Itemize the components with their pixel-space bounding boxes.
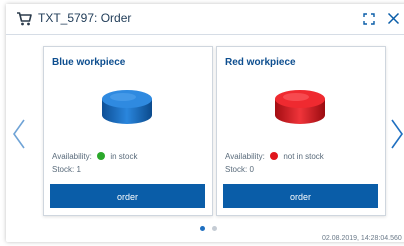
blue-workpiece-image xyxy=(102,90,152,124)
availability-row: Availability: not in stock xyxy=(225,152,324,161)
status-dot-icon xyxy=(270,152,279,160)
order-button-blue[interactable]: order xyxy=(50,184,205,208)
timestamp: 02.08.2019, 14:28:04.560 xyxy=(322,235,402,242)
status-dot-icon xyxy=(97,152,106,160)
pager-dot[interactable] xyxy=(212,226,217,231)
card-title: Blue workpiece xyxy=(52,57,126,68)
red-workpiece-image xyxy=(275,90,325,124)
close-icon[interactable] xyxy=(387,12,400,25)
workpiece-card-red: Red workpiece Availability: not in stock… xyxy=(216,46,386,216)
stock-row: Stock: 1 xyxy=(52,165,81,174)
card-title: Red workpiece xyxy=(225,57,296,68)
chevron-right-icon[interactable] xyxy=(390,118,404,150)
cart-icon xyxy=(17,12,32,26)
availability-status: in stock xyxy=(110,152,138,161)
availability-row: Availability: in stock xyxy=(52,152,137,161)
order-dialog: TXT_5797: Order Blue workpiece Availabil… xyxy=(6,4,404,242)
chevron-left-icon[interactable] xyxy=(12,118,26,150)
stock-label: Stock: xyxy=(52,165,75,174)
availability-status: not in stock xyxy=(283,152,324,161)
stock-label: Stock: xyxy=(225,165,248,174)
window-title: TXT_5797: Order xyxy=(38,11,132,25)
title-bar: TXT_5797: Order xyxy=(6,4,404,35)
stock-value: 0 xyxy=(249,165,254,174)
pager-dot-active[interactable] xyxy=(200,226,205,231)
order-button-red[interactable]: order xyxy=(223,184,378,208)
availability-label: Availability: xyxy=(225,152,265,161)
availability-label: Availability: xyxy=(52,152,92,161)
stock-row: Stock: 0 xyxy=(225,165,254,174)
expand-icon[interactable] xyxy=(363,13,375,25)
stock-value: 1 xyxy=(76,165,81,174)
workpiece-card-blue: Blue workpiece Availability: in stock St… xyxy=(43,46,213,216)
